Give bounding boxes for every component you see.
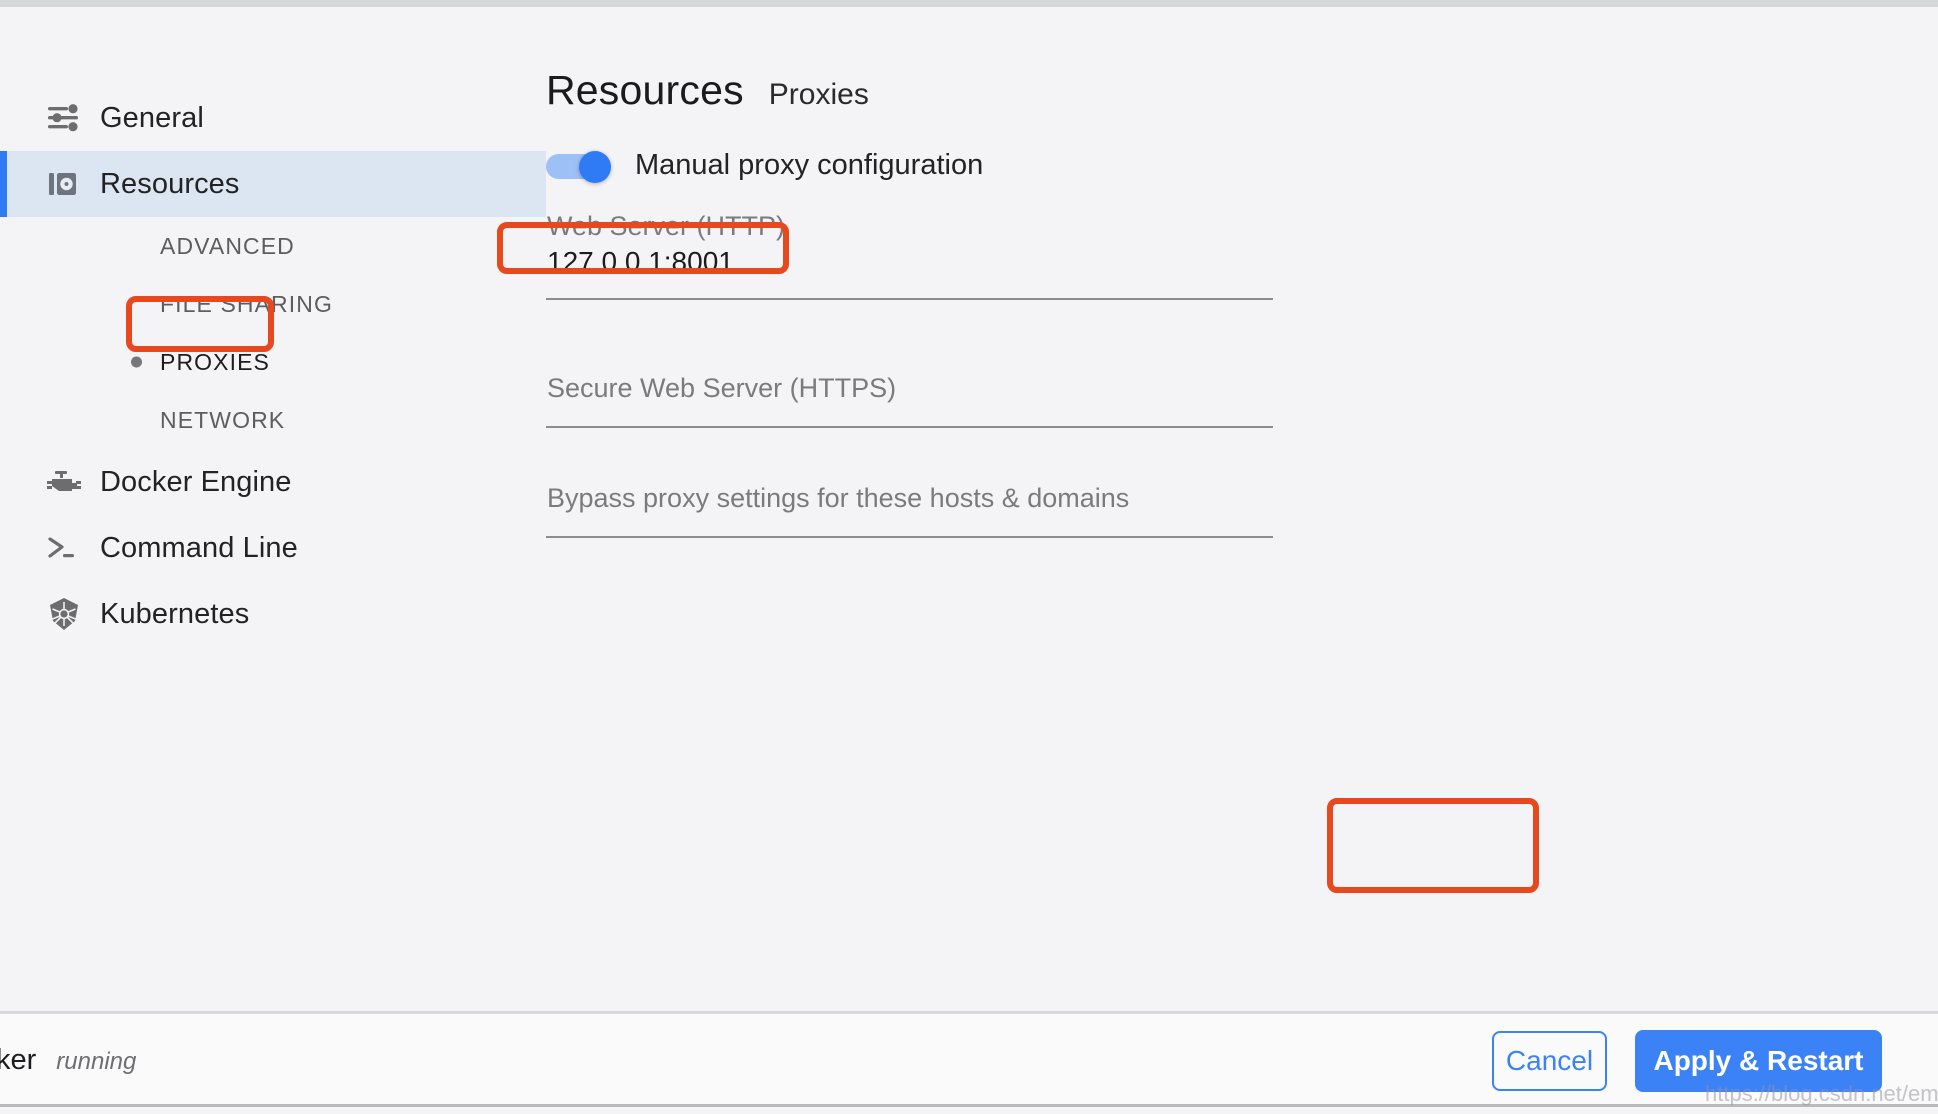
field-https-proxy[interactable]: Secure Web Server (HTTPS) [546, 340, 1273, 428]
engine-icon [46, 468, 92, 496]
footer-status-area: ker running [0, 1044, 136, 1077]
field-http-proxy[interactable]: Web Server (HTTP) 127.0.0.1:8001 [546, 211, 1273, 300]
field-bypass-proxy[interactable]: Bypass proxy settings for these hosts & … [546, 450, 1273, 538]
sidebar-item-label: Resources [100, 167, 240, 200]
sidebar-item-label: General [100, 101, 204, 134]
sidebar-item-label: Kubernetes [100, 597, 250, 630]
footer-app-name: ker [0, 1044, 37, 1076]
page-title-section: Proxies [768, 78, 869, 111]
sidebar-item-general[interactable]: General [0, 85, 546, 151]
sidebar-item-kubernetes[interactable]: Kubernetes [0, 581, 546, 647]
proxy-fields: Web Server (HTTP) 127.0.0.1:8001 Secure … [546, 211, 1938, 538]
sidebar-item-docker-engine[interactable]: Docker Engine [0, 449, 546, 515]
footer-status-text: running [56, 1048, 137, 1075]
field-underline [546, 426, 1273, 428]
settings-sidebar: General Resources ADVANCED FILE SHARING … [0, 7, 546, 1011]
resources-icon [46, 168, 92, 200]
sidebar-subitem-network[interactable]: NETWORK [0, 391, 546, 449]
watermark-text: https://blog.csdn.net/emengjzs [1705, 1081, 1938, 1106]
sidebar-subitem-label: PROXIES [160, 348, 270, 375]
sidebar-item-label: Docker Engine [100, 465, 292, 498]
sliders-icon [46, 103, 92, 133]
manual-proxy-toggle[interactable] [546, 150, 611, 183]
field-http-proxy-value: 127.0.0.1:8001 [547, 246, 734, 277]
settings-footer: ker running Cancel Apply & Restart [0, 1011, 1938, 1107]
terminal-icon [46, 533, 92, 563]
field-https-proxy-label: Secure Web Server (HTTPS) [547, 373, 897, 403]
field-http-proxy-label: Web Server (HTTP) [547, 211, 786, 241]
docker-desktop-settings-window: General Resources ADVANCED FILE SHARING … [0, 7, 1938, 1114]
active-bullet-icon [131, 356, 142, 368]
manual-proxy-toggle-label: Manual proxy configuration [635, 149, 984, 181]
toggle-knob [579, 150, 611, 183]
window-top-strip [0, 0, 1938, 7]
sidebar-subitem-label: NETWORK [160, 406, 286, 433]
page-title-main: Resources [546, 67, 744, 113]
sidebar-item-command-line[interactable]: Command Line [0, 515, 546, 581]
field-underline [546, 298, 1273, 300]
cancel-button[interactable]: Cancel [1492, 1030, 1607, 1091]
settings-main-panel: Resources Proxies Manual proxy configura… [546, 7, 1938, 1011]
sidebar-subitem-proxies[interactable]: PROXIES [0, 333, 546, 391]
sidebar-subitem-label: ADVANCED [160, 232, 295, 259]
kubernetes-icon [46, 596, 92, 632]
field-underline [546, 536, 1273, 538]
field-bypass-proxy-label: Bypass proxy settings for these hosts & … [547, 483, 1130, 513]
manual-proxy-toggle-row: Manual proxy configuration [546, 149, 1938, 183]
page-title: Resources Proxies [524, 67, 1938, 114]
window-bottom-rule [0, 1104, 1938, 1107]
sidebar-subitem-advanced[interactable]: ADVANCED [0, 217, 546, 275]
sidebar-subitem-file-sharing[interactable]: FILE SHARING [0, 275, 546, 333]
sidebar-item-label: Command Line [100, 531, 298, 564]
sidebar-subitem-label: FILE SHARING [160, 290, 333, 317]
sidebar-item-resources[interactable]: Resources [0, 151, 546, 217]
